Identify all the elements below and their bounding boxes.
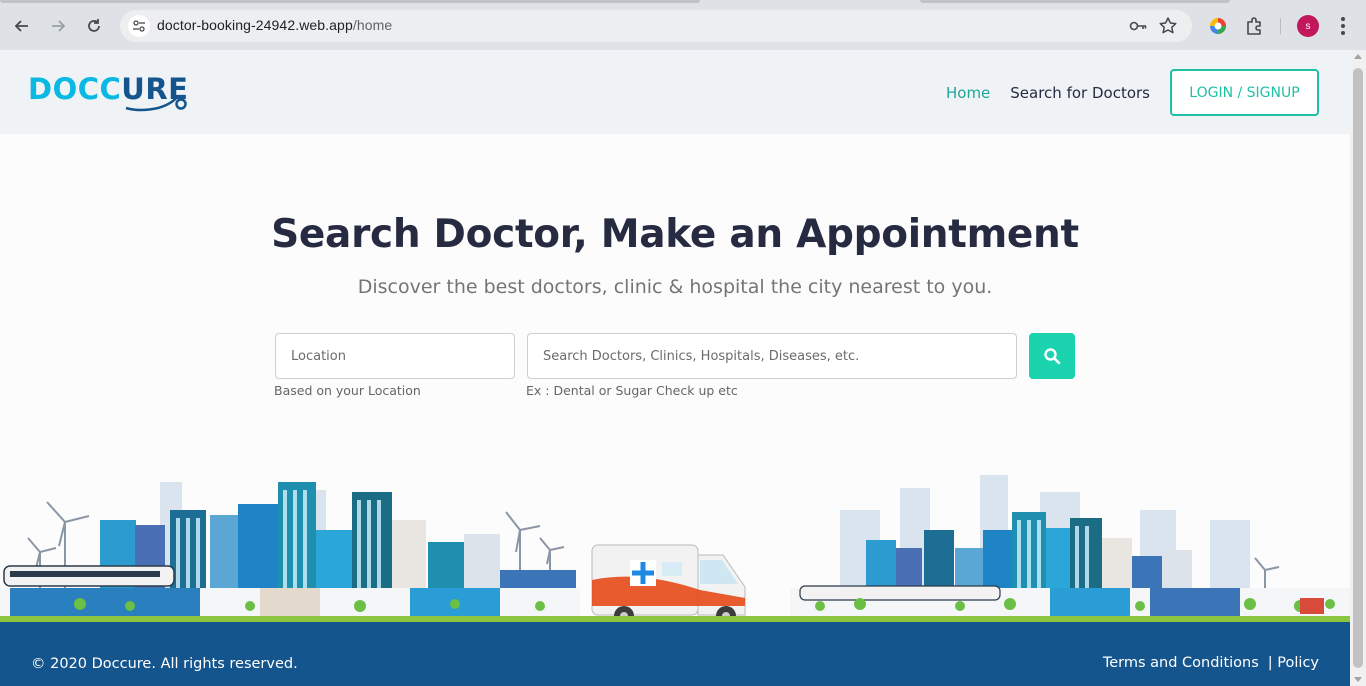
address-bar[interactable]: doctor-booking-24942.web.app/home <box>120 10 1192 42</box>
copyright-text: © 2020 Doccure. All rights reserved. <box>31 656 298 672</box>
search-query-field[interactable] <box>527 333 1017 379</box>
site-footer: © 2020 Doccure. All rights reserved. Ter… <box>0 622 1350 686</box>
site-header: DOCCURE Home Search for Doctors LOGIN / … <box>0 50 1350 134</box>
reload-icon[interactable] <box>82 14 106 38</box>
url-text: doctor-booking-24942.web.app/home <box>157 17 393 33</box>
extensions-puzzle-icon[interactable] <box>1244 15 1266 37</box>
login-signup-button[interactable]: LOGIN / SIGNUP <box>1170 69 1319 116</box>
location-field[interactable] <box>275 333 515 379</box>
forward-icon[interactable] <box>46 14 70 38</box>
page-viewport: DOCCURE Home Search for Doctors LOGIN / … <box>0 50 1350 686</box>
scroll-down-arrow-icon[interactable] <box>1354 677 1362 682</box>
password-key-icon[interactable] <box>1128 17 1148 35</box>
scrollbar-thumb[interactable] <box>1353 68 1363 668</box>
extension-color-icon[interactable] <box>1207 15 1229 37</box>
hero-subtitle: Discover the best doctors, clinic & hosp… <box>357 276 993 298</box>
search-button[interactable] <box>1029 333 1075 379</box>
main-nav: Home Search for Doctors LOGIN / SIGNUP <box>946 69 1319 116</box>
nav-search-doctors-link[interactable]: Search for Doctors <box>1010 84 1150 102</box>
tab-strip <box>0 0 1366 8</box>
profile-avatar[interactable]: s <box>1297 15 1319 37</box>
nav-home-link[interactable]: Home <box>946 84 990 102</box>
terms-link[interactable]: Terms and Conditions <box>1103 655 1259 671</box>
bookmark-star-icon[interactable] <box>1158 16 1178 36</box>
site-info-icon[interactable] <box>128 15 150 37</box>
doccure-logo[interactable]: DOCCURE <box>28 70 192 114</box>
search-icon <box>1044 348 1061 365</box>
city-skyline-illustration <box>0 475 1350 626</box>
stethoscope-icon <box>125 95 187 112</box>
hero-title: Search Doctor, Make an Appointment <box>271 212 1079 257</box>
search-query-hint: Ex : Dental or Sugar Check up etc <box>526 383 738 398</box>
page-scrollbar[interactable] <box>1350 50 1366 686</box>
menu-kebab-icon[interactable] <box>1336 15 1350 37</box>
browser-toolbar: doctor-booking-24942.web.app/home s <box>0 0 1366 50</box>
back-icon[interactable] <box>10 14 34 38</box>
scroll-up-arrow-icon[interactable] <box>1354 54 1362 59</box>
location-hint: Based on your Location <box>274 383 421 398</box>
search-query-input[interactable] <box>528 334 1016 378</box>
location-input[interactable] <box>276 334 514 378</box>
footer-links: Terms and Conditions | Policy <box>1103 655 1319 671</box>
policy-link[interactable]: | Policy <box>1268 655 1319 671</box>
toolbar-separator <box>1280 18 1281 34</box>
